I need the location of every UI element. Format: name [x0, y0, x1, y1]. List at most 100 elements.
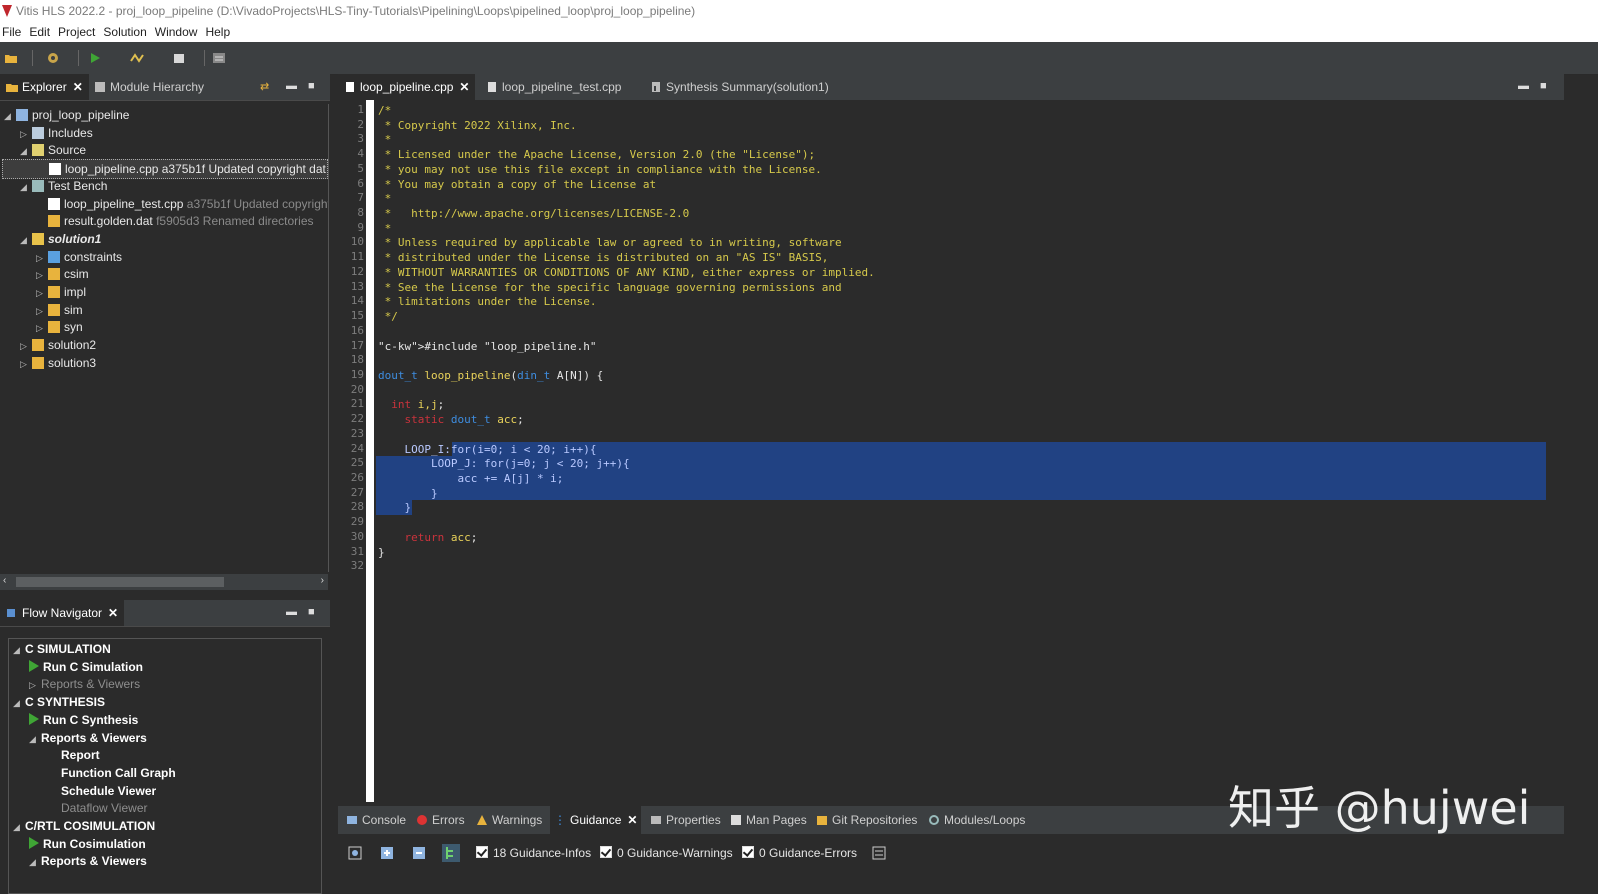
flow-item[interactable]: Function Call Graph — [61, 764, 176, 782]
checkbox-checked-icon[interactable] — [742, 846, 754, 858]
close-icon[interactable]: ✕ — [627, 813, 637, 827]
menu-project[interactable]: Project — [58, 25, 103, 39]
tree-item[interactable]: ▷sim — [36, 301, 83, 319]
maximize-icon[interactable]: ■ — [1540, 80, 1547, 92]
menu-help[interactable]: Help — [205, 25, 238, 39]
flow-item[interactable]: Report — [61, 746, 100, 764]
code-line[interactable]: * Unless required by applicable law or a… — [378, 235, 842, 250]
tree-item[interactable]: ◢proj_loop_pipeline — [4, 106, 129, 124]
explorer-horizontal-scrollbar[interactable]: ‹ › — [0, 574, 328, 590]
tree-item[interactable]: ◢solution1 — [20, 230, 101, 248]
flow-section-header[interactable]: ◢C SIMULATION — [13, 640, 111, 658]
tree-item[interactable]: ▷csim — [36, 265, 89, 283]
expanded-arrow-icon[interactable]: ◢ — [13, 641, 25, 659]
tab-guidance[interactable]: ⋮Guidance✕ — [550, 806, 641, 834]
code-line[interactable]: } — [378, 545, 385, 560]
code-line[interactable]: * — [378, 221, 391, 236]
tab-properties[interactable]: Properties — [646, 806, 725, 834]
code-line[interactable]: return acc; — [378, 530, 477, 545]
tab-warnings[interactable]: Warnings — [472, 806, 546, 834]
tab-modules-loops[interactable]: Modules/Loops — [924, 806, 1029, 834]
tree-item[interactable]: ▷constraints — [36, 248, 122, 266]
code-line[interactable]: * — [378, 132, 391, 147]
code-line[interactable]: * Copyright 2022 Xilinx, Inc. — [378, 118, 577, 133]
expand-all-icon[interactable] — [380, 846, 394, 860]
collapsed-arrow-icon[interactable]: ▷ — [36, 284, 48, 302]
code-line[interactable]: */ — [378, 309, 398, 324]
collapsed-arrow-icon[interactable]: ▷ — [36, 302, 48, 320]
code-line[interactable]: } — [378, 500, 411, 515]
flow-run-action[interactable]: Run Cosimulation — [29, 835, 146, 853]
collapsed-arrow-icon[interactable]: ▷ — [36, 266, 48, 284]
code-line[interactable]: LOOP_J: for(j=0; j < 20; j++){ — [378, 456, 630, 471]
code-line[interactable]: static dout_t acc; — [378, 412, 524, 427]
tree-item[interactable]: loop_pipeline_test.cpp a375b1f Updated c… — [36, 195, 329, 213]
expanded-arrow-icon[interactable]: ◢ — [20, 178, 32, 196]
menu-file[interactable]: File — [0, 25, 29, 39]
tree-item[interactable]: ▷Includes — [20, 124, 93, 142]
code-line[interactable]: "c-kw">#include "loop_pipeline.h" — [378, 339, 597, 354]
collapsed-arrow-icon[interactable]: ▷ — [20, 337, 32, 355]
code-line[interactable]: acc += A[j] * i; — [378, 471, 563, 486]
menu-window[interactable]: Window — [155, 25, 206, 39]
close-icon[interactable]: ✕ — [108, 606, 118, 620]
checkbox-checked-icon[interactable] — [476, 846, 488, 858]
code-line[interactable]: * You may obtain a copy of the License a… — [378, 177, 656, 192]
code-line[interactable]: /* — [378, 103, 391, 118]
collapsed-arrow-icon[interactable]: ▷ — [36, 249, 48, 267]
code-editor[interactable]: 1234567891011121314151617181920212223242… — [338, 100, 1564, 802]
filter-view-icon[interactable] — [348, 846, 362, 860]
code-line[interactable]: int i,j; — [378, 397, 444, 412]
maximize-icon[interactable]: ■ — [308, 606, 315, 618]
guidance-errors-filter[interactable]: 0 Guidance-Errors — [742, 840, 857, 866]
tab-explorer[interactable]: Explorer✕ — [0, 74, 89, 100]
maximize-icon[interactable]: ■ — [308, 80, 315, 92]
flow-item[interactable]: ▷Reports & Viewers — [29, 675, 140, 693]
expanded-arrow-icon[interactable]: ◢ — [4, 107, 16, 125]
code-line[interactable]: * Licensed under the Apache License, Ver… — [378, 147, 815, 162]
minimize-icon[interactable]: ▬ — [1518, 80, 1529, 92]
tab-git-repositories[interactable]: Git Repositories — [812, 806, 921, 834]
scroll-left-icon[interactable]: ‹ — [3, 575, 6, 586]
code-line[interactable]: dout_t loop_pipeline(din_t A[N]) { — [378, 368, 603, 383]
minimize-icon[interactable]: ▬ — [286, 80, 297, 92]
guidance-infos-filter[interactable]: 18 Guidance-Infos — [476, 840, 591, 866]
tab-module-hierarchy[interactable]: Module Hierarchy — [88, 74, 210, 100]
tree-item[interactable]: ▷impl — [36, 283, 86, 301]
tree-item[interactable]: ▷syn — [36, 318, 83, 336]
expanded-arrow-icon[interactable]: ◢ — [29, 730, 41, 748]
scrollbar-thumb[interactable] — [16, 577, 224, 587]
code-line[interactable]: * WITHOUT WARRANTIES OR CONDITIONS OF AN… — [378, 265, 875, 280]
export-icon[interactable] — [172, 51, 186, 65]
close-icon[interactable]: ✕ — [73, 80, 83, 94]
expanded-arrow-icon[interactable]: ◢ — [13, 818, 25, 836]
tree-item[interactable]: ◢Source — [20, 141, 86, 159]
flow-section-header[interactable]: ◢C/RTL COSIMULATION — [13, 817, 155, 835]
flow-item[interactable]: Dataflow Viewer — [61, 799, 147, 817]
tree-item[interactable]: result.golden.dat f5905d3 Renamed direct… — [36, 212, 314, 230]
tab-loop-pipeline-test-cpp[interactable]: loop_pipeline_test.cpp — [480, 74, 627, 100]
open-folder-icon[interactable] — [4, 51, 18, 65]
code-line[interactable]: * distributed under the License is distr… — [378, 250, 828, 265]
synthesis-icon[interactable] — [130, 51, 144, 65]
menu-edit[interactable]: Edit — [29, 25, 58, 39]
expanded-arrow-icon[interactable]: ◢ — [29, 853, 41, 871]
flow-run-action[interactable]: Run C Synthesis — [29, 711, 138, 729]
compare-icon[interactable] — [212, 51, 226, 65]
flow-run-action[interactable]: Run C Simulation — [29, 658, 143, 676]
menu-solution[interactable]: Solution — [103, 25, 154, 39]
tab-console[interactable]: Console — [342, 806, 410, 834]
expanded-arrow-icon[interactable]: ◢ — [20, 142, 32, 160]
close-icon[interactable]: ✕ — [459, 80, 469, 94]
tree-item[interactable]: ▷solution2 — [20, 336, 96, 354]
settings-list-icon[interactable] — [872, 846, 886, 860]
code-line[interactable]: * See the License for the specific langu… — [378, 280, 842, 295]
tab-loop-pipeline-cpp[interactable]: loop_pipeline.cpp✕ — [338, 74, 475, 100]
code-line[interactable]: } — [378, 486, 438, 501]
checkbox-checked-icon[interactable] — [600, 846, 612, 858]
flow-item[interactable]: ◢Reports & Viewers — [29, 729, 147, 747]
scroll-right-icon[interactable]: › — [321, 575, 324, 586]
collapsed-arrow-icon[interactable]: ▷ — [20, 125, 32, 143]
tab-synthesis-summary[interactable]: Synthesis Summary(solution1) — [644, 74, 835, 100]
collapsed-arrow-icon[interactable]: ▷ — [20, 355, 32, 373]
